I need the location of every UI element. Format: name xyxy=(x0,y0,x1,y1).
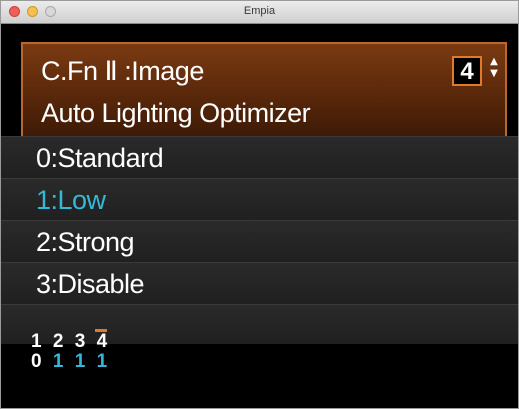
menu-header: C.Fn Ⅱ :Image Auto Lighting Optimizer 4 … xyxy=(21,42,507,138)
function-number: 1 xyxy=(31,331,45,352)
option-row-2[interactable]: 2:Strong xyxy=(1,220,518,262)
option-row-0[interactable]: 0:Standard xyxy=(1,136,518,178)
app-window: Empia C.Fn Ⅱ :Image Auto Lighting Optimi… xyxy=(0,0,519,409)
function-value: 1 xyxy=(96,351,111,372)
option-label: 0:Standard xyxy=(36,143,164,173)
option-label-selected: 1:Low xyxy=(36,185,106,215)
function-value: 1 xyxy=(74,351,89,372)
menu-category-title: C.Fn Ⅱ :Image xyxy=(41,56,204,86)
function-values: 0 1 1 1 xyxy=(31,351,110,373)
stepper-up-icon[interactable]: ▲ xyxy=(487,56,501,68)
function-numbers: 1 2 3 4 xyxy=(31,331,110,353)
function-number: 4 xyxy=(96,331,111,352)
function-stepper[interactable]: ▲ ▼ xyxy=(487,56,501,86)
option-row-1[interactable]: 1:Low xyxy=(1,178,518,220)
stepper-down-icon[interactable]: ▼ xyxy=(487,68,501,80)
function-number-box[interactable]: 4 xyxy=(452,56,482,86)
title-bar[interactable]: Empia xyxy=(1,1,518,24)
function-number: 3 xyxy=(74,331,89,352)
menu-setting-title: Auto Lighting Optimizer xyxy=(41,98,311,128)
window-title: Empia xyxy=(243,5,276,17)
function-value: 1 xyxy=(52,351,67,372)
function-number: 2 xyxy=(52,331,67,352)
function-value: 0 xyxy=(31,351,45,372)
option-label: 3:Disable xyxy=(36,269,145,299)
option-row-3[interactable]: 3:Disable xyxy=(1,262,518,304)
option-label: 2:Strong xyxy=(36,227,135,257)
